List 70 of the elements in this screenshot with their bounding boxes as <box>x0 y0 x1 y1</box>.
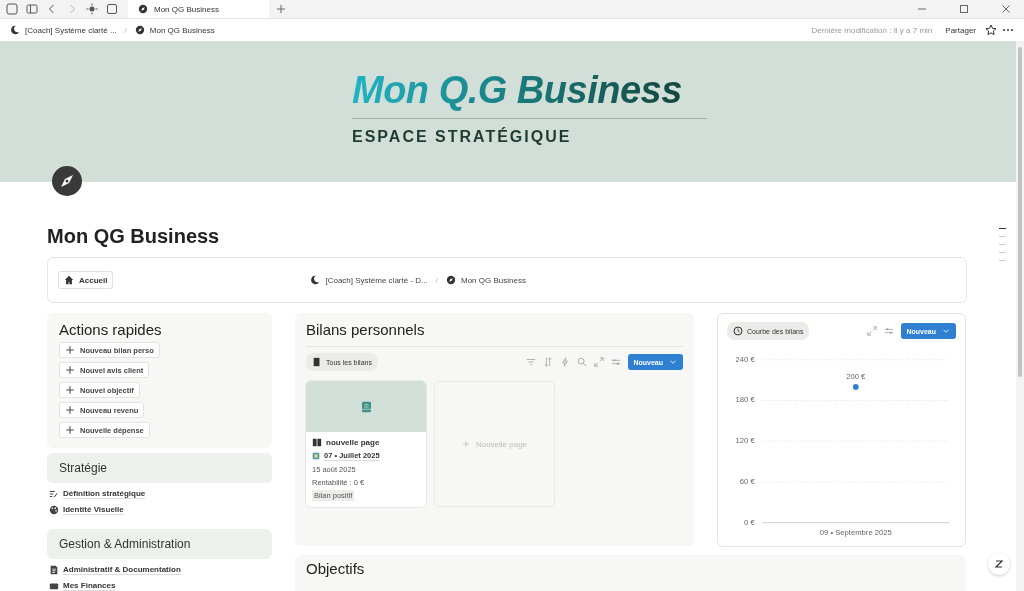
section-heading: Gestion & Administration <box>47 529 272 559</box>
plus-icon <box>65 425 75 435</box>
axis-tick-label: 09 • Septembre 2025 <box>819 528 892 538</box>
scrollbar[interactable] <box>1016 41 1024 591</box>
settings-icon[interactable] <box>884 326 895 336</box>
moon-icon <box>10 25 20 35</box>
palette-icon <box>49 505 59 515</box>
window-icon[interactable] <box>106 3 118 15</box>
notebook-icon <box>360 400 372 413</box>
search-icon[interactable] <box>577 357 588 367</box>
new-tab-icon[interactable] <box>274 3 287 15</box>
page-link[interactable]: Administratif & Documentation <box>63 565 181 575</box>
breadcrumb-separator: / <box>435 275 438 285</box>
data-label: 200 € <box>846 372 866 382</box>
plus-icon <box>461 440 470 448</box>
axis-tick-label: 0 € <box>744 517 755 527</box>
plus-icon <box>65 405 75 415</box>
axis-tick-label: 240 € <box>735 354 755 364</box>
book-icon <box>312 437 322 447</box>
home-button[interactable]: Accueil <box>58 271 114 289</box>
document-icon <box>49 565 59 575</box>
filter-icon[interactable] <box>526 357 537 367</box>
expand-icon[interactable] <box>594 357 605 367</box>
share-button[interactable]: Partager <box>941 25 980 35</box>
last-edited-text: Dernière modification : Il y a 7 min <box>811 25 933 35</box>
moon-icon <box>310 275 321 285</box>
sidebar-icon[interactable] <box>26 3 38 15</box>
lightning-icon[interactable] <box>560 357 571 367</box>
sort-icon[interactable] <box>543 357 554 367</box>
breadcrumb-link[interactable]: [Coach] Système clarté - D... <box>325 275 428 285</box>
compass-icon <box>52 166 82 196</box>
edit-lines-icon <box>49 489 59 499</box>
page-link[interactable]: Identité Visuelle <box>63 505 124 515</box>
panel-heading: Actions rapides <box>59 321 163 338</box>
axis-tick-label: 180 € <box>735 395 755 405</box>
home-icon <box>64 275 74 285</box>
sun-icon[interactable] <box>86 3 98 15</box>
plus-icon <box>65 365 75 375</box>
compass-icon <box>134 25 145 35</box>
compass-icon <box>445 275 456 285</box>
panel-heading: Objectifs <box>306 560 366 579</box>
plus-icon <box>65 345 75 355</box>
star-icon[interactable] <box>985 24 997 36</box>
compass-icon <box>138 4 148 14</box>
page-title: Mon QG Business <box>47 225 221 248</box>
settings-icon[interactable] <box>611 357 622 367</box>
panel-heading: Bilans personnels <box>306 321 683 347</box>
breadcrumb-link[interactable]: Mon QG Business <box>149 25 215 35</box>
page-link[interactable]: Mes Finances <box>63 581 116 591</box>
plus-icon <box>65 385 75 395</box>
zigzag-icon <box>993 558 1005 570</box>
axis-tick-label: 120 € <box>735 436 755 446</box>
expand-icon[interactable] <box>867 326 878 336</box>
breadcrumb-link[interactable]: [Coach] Système clarté ... <box>25 25 117 35</box>
book-icon <box>312 357 322 367</box>
section-heading: Stratégie <box>47 453 272 483</box>
card-title: nouvelle page <box>326 437 380 447</box>
calendar-icon <box>312 452 320 460</box>
page-link[interactable]: Définition stratégique <box>63 489 146 499</box>
help-button[interactable] <box>988 553 1010 575</box>
wallet-icon <box>49 581 59 591</box>
cover-subtitle: ESPACE STRATÉGIQUE <box>352 128 573 146</box>
close-icon[interactable] <box>1000 3 1012 15</box>
breadcrumb-link[interactable]: Mon QG Business <box>460 275 526 285</box>
maximize-icon[interactable] <box>958 3 970 15</box>
browser-tab[interactable]: Mon QG Business <box>128 0 269 18</box>
axis-tick-label: 60 € <box>739 476 755 486</box>
clock-icon <box>733 326 743 336</box>
window-icon[interactable] <box>6 3 18 15</box>
breadcrumb-separator: / <box>124 25 127 35</box>
